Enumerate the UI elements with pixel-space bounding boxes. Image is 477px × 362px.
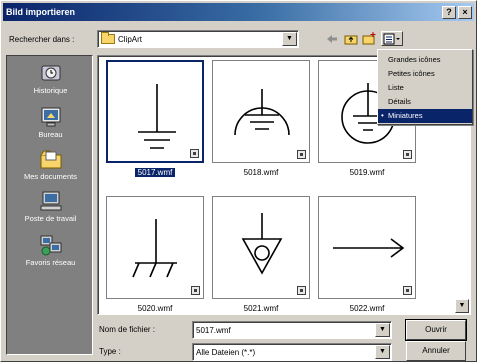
import-image-dialog: Bild importieren ? × Rechercher dans : C… — [0, 0, 477, 362]
place-my-documents[interactable]: Mes documents — [7, 148, 94, 181]
menu-item-large-icons[interactable]: Grandes icônes — [378, 53, 472, 67]
my-computer-icon — [40, 191, 61, 211]
place-network[interactable]: Favoris réseau — [7, 234, 94, 267]
title-bar[interactable]: Bild importieren ? × — [3, 3, 474, 21]
place-label-my-computer: Poste de travail — [24, 214, 77, 223]
folder-icon — [101, 32, 115, 44]
menu-item-list[interactable]: Liste — [378, 81, 472, 95]
history-icon — [41, 65, 60, 81]
chassis-ground-symbol-icon — [132, 219, 177, 278]
place-label-history: Historique — [33, 86, 68, 95]
wmf-badge-icon — [403, 286, 412, 295]
file-name-field[interactable]: 5017.wmf ▼ — [192, 321, 392, 339]
new-folder-icon[interactable] — [362, 31, 377, 46]
menu-item-details[interactable]: Détails — [378, 95, 472, 109]
file-name: 5021.wmf — [243, 304, 279, 313]
thumbnail-frame — [318, 196, 416, 299]
chevron-down-icon[interactable]: ▼ — [375, 323, 390, 337]
file-name: 5019.wmf — [349, 168, 385, 177]
file-thumbnail-5020[interactable]: 5020.wmf — [106, 196, 204, 313]
toolbar — [324, 31, 403, 46]
file-name: 5020.wmf — [137, 304, 173, 313]
file-name-value: 5017.wmf — [196, 325, 231, 335]
place-history[interactable]: Historique — [7, 62, 94, 95]
file-name: 5018.wmf — [243, 168, 279, 177]
menu-item-thumbnails[interactable]: • Miniatures — [378, 109, 472, 123]
place-label-desktop: Bureau — [38, 130, 63, 139]
wmf-badge-icon — [297, 150, 306, 159]
look-in-label: Rechercher dans : — [9, 35, 75, 44]
file-name: 5017.wmf — [106, 168, 204, 177]
places-bar: Historique Bureau Mes documents Poste de… — [6, 55, 93, 355]
look-in-combo[interactable]: ClipArt ▼ — [97, 30, 299, 48]
file-name: 5022.wmf — [349, 304, 385, 313]
wmf-badge-icon — [297, 286, 306, 295]
file-thumbnail-5018[interactable]: 5018.wmf — [212, 60, 310, 177]
file-type-value: Alle Dateien (*.*) — [196, 347, 256, 357]
thumbnail-frame — [212, 196, 310, 299]
thumbnail-frame — [212, 60, 310, 163]
network-places-icon — [40, 235, 61, 256]
wmf-badge-icon — [403, 150, 412, 159]
triangle-ground-symbol-icon — [241, 213, 283, 275]
thumbnail-frame — [106, 196, 204, 299]
ground-arc-symbol-icon — [234, 89, 290, 136]
file-name-label: Nom de fichier : — [99, 325, 156, 334]
views-menu-icon[interactable] — [381, 31, 403, 46]
place-desktop[interactable]: Bureau — [7, 106, 94, 139]
views-dropdown-menu: Grandes icônes Petites icônes Liste Déta… — [377, 49, 473, 125]
file-type-select[interactable]: Alle Dateien (*.*) ▼ — [192, 343, 392, 361]
help-button[interactable]: ? — [442, 5, 456, 19]
chevron-down-icon[interactable]: ▼ — [282, 32, 297, 46]
my-documents-icon — [40, 150, 61, 169]
back-arrow-icon[interactable] — [324, 31, 339, 46]
place-label-network: Favoris réseau — [25, 258, 76, 267]
file-thumbnail-5017[interactable]: 5017.wmf — [106, 60, 204, 177]
window-title: Bild importieren — [6, 7, 76, 17]
scroll-down-arrow[interactable]: ▼ — [455, 299, 469, 313]
open-button[interactable]: Ouvrir — [405, 319, 467, 341]
check-bullet-icon: • — [381, 111, 384, 120]
file-thumbnail-5022[interactable]: 5022.wmf — [318, 196, 416, 313]
desktop-icon — [41, 107, 60, 127]
file-thumbnail-5021[interactable]: 5021.wmf — [212, 196, 310, 313]
thumbnail-frame — [106, 60, 204, 163]
chevron-down-icon[interactable]: ▼ — [375, 345, 390, 359]
menu-item-small-icons[interactable]: Petites icônes — [378, 67, 472, 81]
cancel-button[interactable]: Annuler — [406, 341, 466, 361]
wmf-badge-icon — [190, 149, 199, 158]
file-type-label: Type : — [99, 347, 121, 356]
place-my-computer[interactable]: Poste de travail — [7, 190, 94, 223]
close-button[interactable]: × — [458, 5, 472, 19]
arrow-symbol-icon — [333, 238, 405, 258]
look-in-value: ClipArt — [118, 34, 143, 44]
place-label-my-documents: Mes documents — [24, 172, 77, 181]
wmf-badge-icon — [191, 286, 200, 295]
up-folder-icon[interactable] — [343, 31, 358, 46]
